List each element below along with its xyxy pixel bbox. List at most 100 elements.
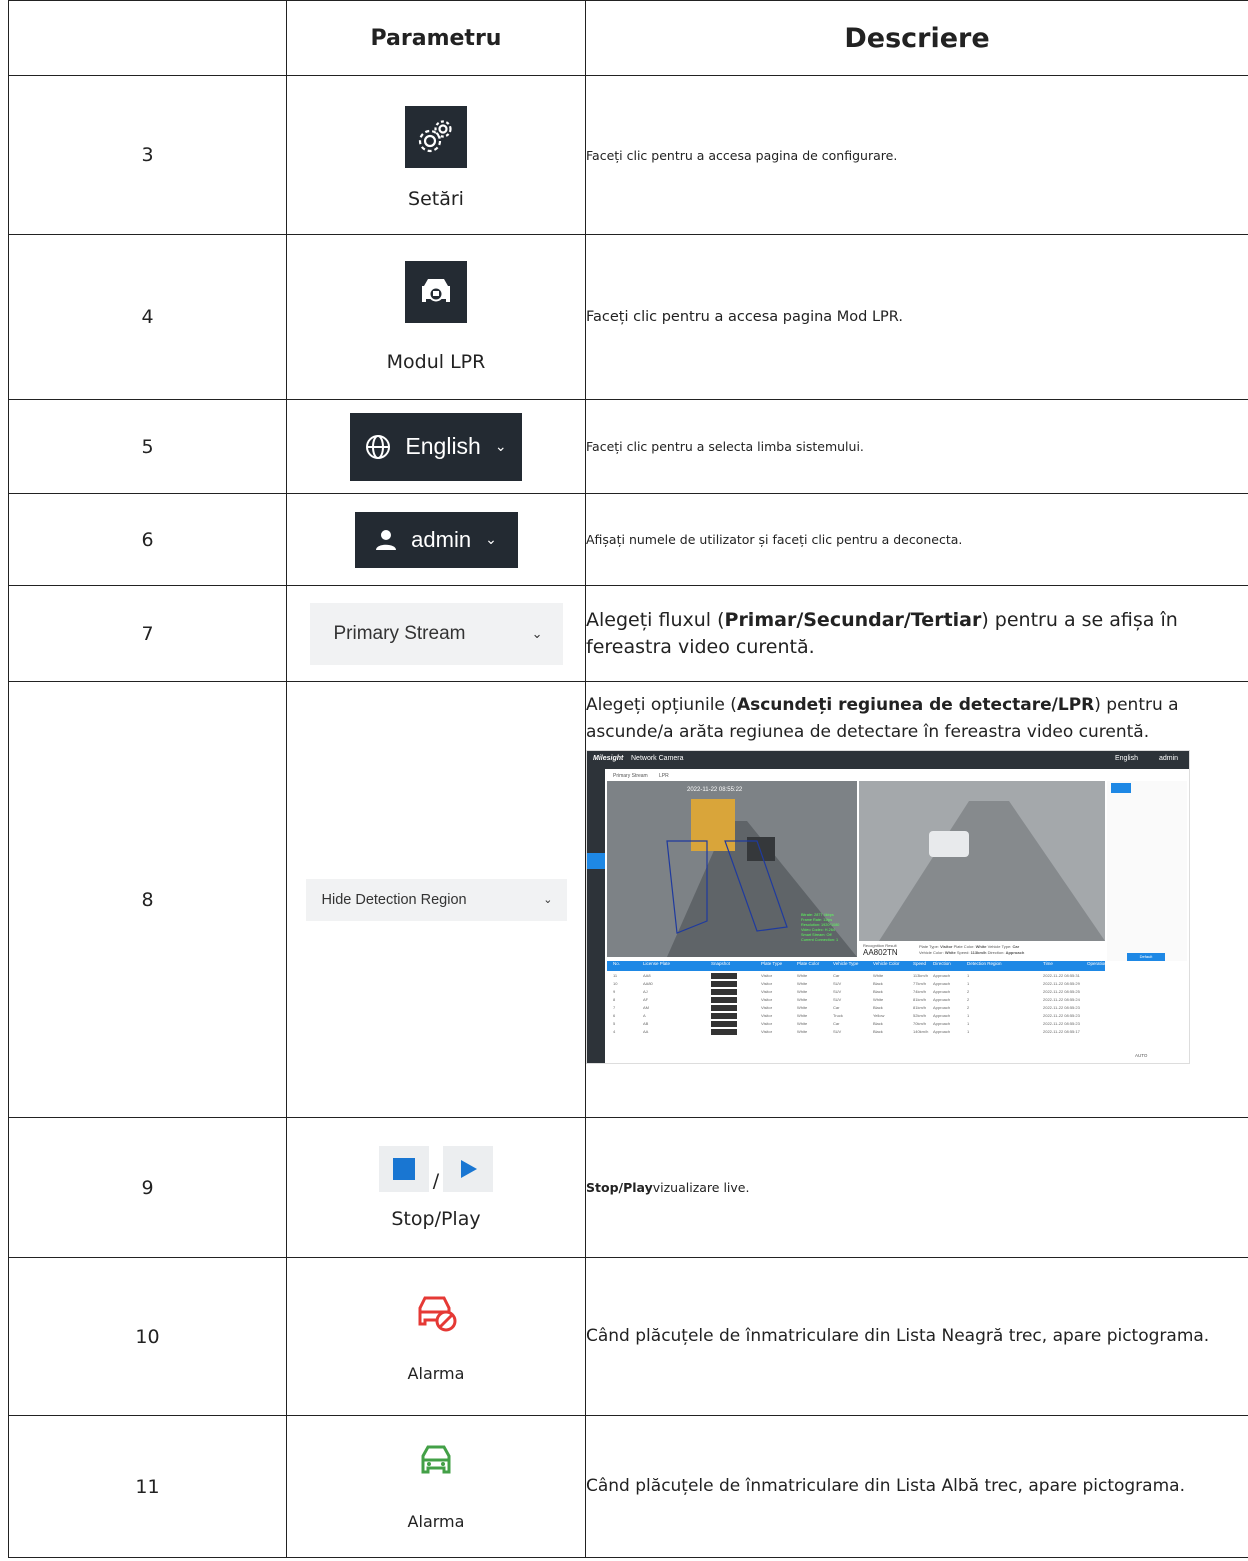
- results-cell: 70km/h: [913, 1021, 927, 1027]
- results-cell: SUV: [833, 981, 842, 987]
- table-row: 10 Alarma Când plăcuțele de înmatricular…: [8, 1257, 1248, 1416]
- panel-tab[interactable]: [1111, 783, 1131, 794]
- param-label: Alarma: [407, 1512, 465, 1531]
- desc-bold: Primar/Secundar/Tertiar: [724, 608, 982, 631]
- camera-mode-select[interactable]: LPR: [659, 773, 669, 779]
- results-row[interactable]: 11 AA8 Visitor White Car White 113km/h Approach…: [607, 972, 1105, 980]
- param-cell: admin ⌄: [286, 493, 586, 586]
- table-header: Parametru Descriere: [8, 0, 1248, 76]
- results-cell: Visitor: [761, 1005, 773, 1011]
- results-cell: White: [797, 981, 808, 987]
- desc-prefix: Alegeți opțiunile (: [586, 695, 737, 715]
- results-cell: AF: [643, 997, 649, 1003]
- chevron-down-icon: ⌄: [485, 531, 497, 547]
- results-row[interactable]: 4 AA Visitor White SUV Black 140km/h Approach 1 2…: [607, 1028, 1105, 1036]
- results-cell: White: [797, 997, 808, 1003]
- results-cell: Approach: [933, 1029, 951, 1035]
- auto-select[interactable]: AUTO: [1135, 1053, 1147, 1058]
- results-table: No. License Plate Snapshot Plate Type Pl…: [607, 961, 1107, 972]
- results-cell: Approach: [933, 1005, 951, 1011]
- default-button[interactable]: Default: [1127, 953, 1165, 962]
- user-menu-button[interactable]: admin ⌄: [354, 511, 518, 568]
- results-row[interactable]: 8 AF Visitor White SUV White 81km/h Approach 2 20…: [607, 996, 1105, 1004]
- results-cell: White: [797, 1021, 808, 1027]
- results-cell: 10: [613, 981, 618, 987]
- snapshot-thumb: [711, 1005, 737, 1012]
- results-cell: AJ: [643, 989, 648, 995]
- results-cell: AM: [643, 1005, 649, 1011]
- desc-suffix: vizualizare live.: [652, 1180, 750, 1195]
- results-cell: Approach: [933, 1021, 951, 1027]
- snapshot-thumb: [711, 981, 737, 988]
- camera-stream-select[interactable]: Primary Stream: [613, 773, 648, 779]
- table-row: 11 Alarma Când plăcuțele de înmatricular…: [8, 1415, 1248, 1558]
- results-row[interactable]: 10 AA80 Visitor White SUV Black 77km/h Approach…: [607, 980, 1105, 988]
- description: Când plăcuțele de înmatriculare din List…: [585, 1257, 1248, 1416]
- row-number: 9: [8, 1117, 287, 1258]
- sidebar-item-lpr[interactable]: [587, 853, 605, 870]
- desc-text: Alegeți opțiunile (Ascundeți regiunea de…: [586, 692, 1248, 746]
- stream-select[interactable]: Primary Stream ⌄: [309, 602, 563, 665]
- param-label: Stop/Play: [391, 1207, 481, 1230]
- results-cell: Truck: [833, 1013, 843, 1019]
- parameter-table: Parametru Descriere 3 Setări Faceți clic…: [8, 0, 1248, 1558]
- results-row[interactable]: 9 AJ Visitor White SUV Black 74km/h Approach 2 20…: [607, 988, 1105, 996]
- results-cell: 2022-11-22 08:55:25: [1043, 989, 1080, 995]
- results-cell: White: [797, 1029, 808, 1035]
- camera-user[interactable]: admin: [1159, 755, 1178, 762]
- gears-icon[interactable]: [405, 106, 467, 168]
- globe-icon: [366, 434, 391, 459]
- param-label: Alarma: [407, 1364, 465, 1383]
- car-search-icon[interactable]: [405, 261, 467, 323]
- header-parametru: Parametru: [286, 0, 586, 76]
- results-cell: Black: [873, 1005, 883, 1011]
- stop-button[interactable]: [378, 1145, 429, 1192]
- snapshot-thumb: [711, 1021, 737, 1028]
- results-cell: 2022-11-22 08:55:23: [1043, 1021, 1080, 1027]
- recognition-result: Recognition Result AA802TN: [863, 943, 898, 958]
- results-rows: 11 AA8 Visitor White Car White 113km/h Approach…: [607, 972, 1105, 1036]
- description: Când plăcuțele de înmatriculare din List…: [585, 1415, 1248, 1558]
- param-cell: English ⌄: [286, 399, 586, 494]
- snapshot-thumb: [711, 989, 737, 996]
- results-cell: SUV: [833, 997, 842, 1003]
- results-row[interactable]: 5 AB Visitor White Car Black 70km/h Approach 1 20…: [607, 1020, 1105, 1028]
- snapshot-thumb: [711, 1013, 737, 1020]
- results-cell: 2: [967, 1005, 970, 1011]
- results-cell: 81km/h: [913, 997, 927, 1003]
- results-cell: Approach: [933, 973, 951, 979]
- results-row[interactable]: 7 AM Visitor White Car Black 81km/h Approach 2 20…: [607, 1004, 1105, 1012]
- row-number: 4: [8, 234, 287, 400]
- results-row[interactable]: 6 A Visitor White Truck Yellow 52km/h Approach 1…: [607, 1012, 1105, 1020]
- stream-select-value: Primary Stream: [333, 622, 466, 644]
- camera-ui-screenshot: Milesight Network Camera English admin P…: [586, 750, 1190, 1065]
- table-row: 8 Hide Detection Region ⌄ Alegeți opțiun…: [8, 681, 1248, 1118]
- language-button[interactable]: English ⌄: [350, 412, 522, 481]
- description: Faceți clic pentru a selecta limba siste…: [585, 399, 1248, 494]
- detection-region-select[interactable]: Hide Detection Region ⌄: [305, 878, 567, 921]
- results-cell: Visitor: [761, 981, 773, 987]
- row-number: 5: [8, 399, 287, 494]
- results-cell: AA8: [643, 973, 651, 979]
- param-cell: Primary Stream ⌄: [286, 585, 586, 682]
- results-cell: White: [797, 1005, 808, 1011]
- results-cell: White: [797, 1013, 808, 1019]
- play-button[interactable]: [443, 1145, 494, 1192]
- results-cell: 2022-11-22 08:55:23: [1043, 1005, 1080, 1011]
- results-cell: Black: [873, 981, 883, 987]
- results-cell: Approach: [933, 989, 951, 995]
- results-cell: Car: [833, 973, 840, 979]
- results-cell: Yellow: [873, 1013, 885, 1019]
- car-whitelist-icon: [421, 1445, 451, 1474]
- results-cell: AA80: [643, 981, 653, 987]
- results-cell: 2: [967, 997, 970, 1003]
- results-cell: Visitor: [761, 1029, 773, 1035]
- plate-number: AA802TN: [863, 948, 898, 958]
- header-descriere: Descriere: [585, 0, 1248, 76]
- results-cell: Approach: [933, 981, 951, 987]
- results-cell: 1: [967, 1029, 970, 1035]
- stream-info-overlay: Bitrate: 2877 4kbps Frame Rate: 11fps Re…: [801, 913, 840, 943]
- detection-select-value: Hide Detection Region: [321, 891, 467, 908]
- camera-language[interactable]: English: [1115, 755, 1138, 762]
- results-cell: Car: [833, 1005, 840, 1011]
